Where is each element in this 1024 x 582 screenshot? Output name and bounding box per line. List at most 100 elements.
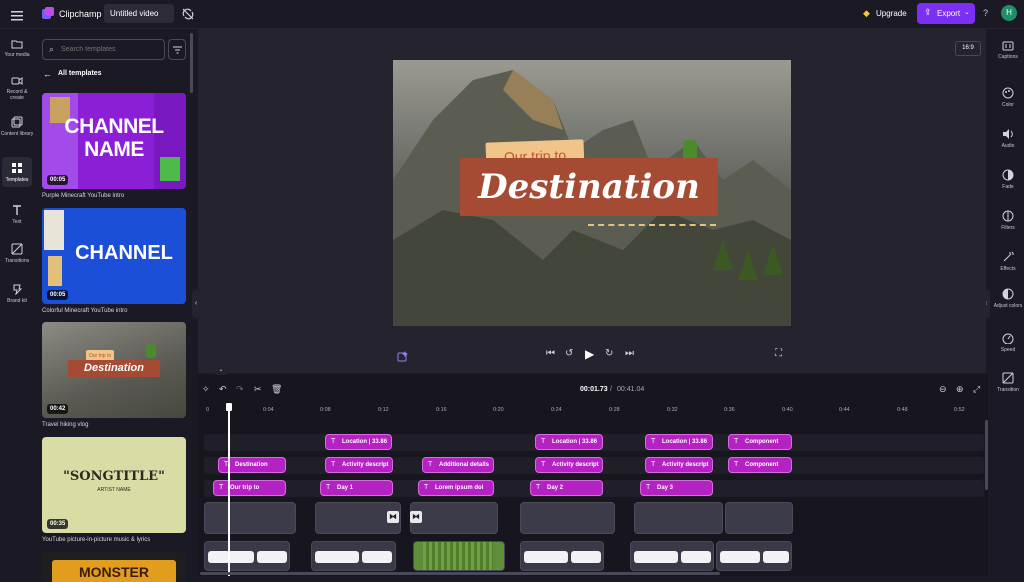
template-card[interactable]: CHANNEL NAME 00:05 xyxy=(42,93,186,189)
rewind-5s-icon[interactable]: ↺ xyxy=(565,348,573,359)
rail-transitions[interactable]: Transitions xyxy=(0,243,34,264)
rail-transition[interactable]: Transition xyxy=(992,372,1024,393)
collapse-timeline-button[interactable]: ⌄ xyxy=(215,366,227,375)
rail-speed[interactable]: Speed xyxy=(992,332,1024,353)
audio-icon xyxy=(1003,129,1013,139)
template-card[interactable]: "SONGTITLE" ARTIST NAME 00:35 xyxy=(42,437,186,533)
text-type-icon: T xyxy=(536,484,541,491)
rail-label: Effects xyxy=(1000,266,1016,272)
skip-to-end-icon[interactable]: ⏭ xyxy=(625,348,634,359)
play-icon[interactable]: ▶ xyxy=(585,347,594,361)
zoom-out-icon[interactable]: ⊖ xyxy=(939,384,947,395)
project-title-input[interactable]: Untitled video xyxy=(104,4,174,23)
text-clip[interactable]: T Activity descript xyxy=(325,457,393,473)
rail-effects[interactable]: Effects xyxy=(992,251,1024,272)
rail-label: Adjust colors xyxy=(993,303,1023,309)
current-time: 00:01.73 xyxy=(580,386,608,393)
thumbnail-subtitle: ARTIST NAME xyxy=(97,487,131,493)
text-clip[interactable]: T Location | 33.86 xyxy=(535,434,603,450)
rail-text[interactable]: Text xyxy=(0,204,34,225)
template-card[interactable]: CHANNEL 00:05 xyxy=(42,208,186,304)
thumbnail-title: CHANNEL xyxy=(75,242,173,264)
rail-adjust-colors[interactable]: Adjust colors xyxy=(992,288,1024,309)
audio-clip[interactable] xyxy=(520,541,604,571)
split-scissors-icon[interactable]: ✂ xyxy=(254,384,262,395)
text-clip[interactable]: T Component xyxy=(728,457,792,473)
template-card[interactable]: Our trip to Destination 00:42 xyxy=(42,322,186,418)
rail-captions[interactable]: Captions xyxy=(992,41,1024,60)
magic-select-icon[interactable]: ✧ xyxy=(202,384,210,395)
rail-fade[interactable]: Fade xyxy=(992,169,1024,190)
rail-filters[interactable]: Filters xyxy=(992,210,1024,231)
text-clip[interactable]: T Lorem ipsum dol xyxy=(418,480,494,496)
color-icon xyxy=(1002,87,1014,99)
fullscreen-icon[interactable]: ⛶ xyxy=(775,348,782,359)
rail-templates[interactable]: Templates xyxy=(0,162,34,183)
zoom-in-icon[interactable]: ⊕ xyxy=(956,384,964,395)
text-clip[interactable]: T Day 2 xyxy=(530,480,603,496)
video-clip[interactable] xyxy=(634,502,723,534)
skip-to-start-icon[interactable]: ⏮ xyxy=(546,348,555,359)
transition-marker-icon[interactable]: ⧓ xyxy=(387,511,399,523)
aspect-ratio-button[interactable]: 16:9 xyxy=(955,41,981,56)
video-clip[interactable] xyxy=(520,502,615,534)
ruler-tick: 0:28 xyxy=(609,407,620,413)
delete-icon[interactable]: 🗑 xyxy=(271,384,282,395)
rail-audio[interactable]: Audio xyxy=(992,128,1024,149)
text-clip[interactable]: T Additional details xyxy=(422,457,494,473)
text-clip[interactable]: T Our trip to xyxy=(213,480,286,496)
forward-5s-icon[interactable]: ↻ xyxy=(605,348,613,359)
avatar[interactable]: H xyxy=(1001,5,1017,21)
text-clip[interactable]: T Component xyxy=(728,434,792,450)
clipchamp-logo-icon xyxy=(41,6,55,25)
upgrade-button[interactable]: ◆ Upgrade xyxy=(857,4,912,24)
audio-clip[interactable] xyxy=(413,541,505,571)
text-clip[interactable]: T Location | 33.86 xyxy=(325,434,392,450)
preview-canvas[interactable]: Our trip to Destination xyxy=(393,60,791,326)
text-clip[interactable]: T Day 3 xyxy=(640,480,713,496)
transition-marker-icon[interactable]: ⧓ xyxy=(410,511,422,523)
hamburger-menu-icon[interactable] xyxy=(11,8,23,26)
search-input[interactable] xyxy=(61,43,161,56)
audio-clip[interactable] xyxy=(311,541,396,571)
search-box[interactable]: ⌕ xyxy=(42,39,165,60)
text-clip[interactable]: T Activity descript xyxy=(535,457,603,473)
video-clip[interactable] xyxy=(204,502,296,534)
back-arrow-icon[interactable]: ← xyxy=(43,69,52,79)
template-card[interactable]: MONSTER xyxy=(42,552,186,582)
rail-label: Your media xyxy=(4,52,30,58)
timeline-vertical-scrollbar[interactable] xyxy=(985,420,988,490)
sync-off-icon[interactable] xyxy=(182,7,194,25)
audio-clip[interactable] xyxy=(204,541,290,571)
rail-content-library[interactable]: Content library xyxy=(0,116,34,137)
undo-icon[interactable]: ↶ xyxy=(219,384,227,395)
timeline-horizontal-scrollbar[interactable] xyxy=(200,572,720,575)
video-clip[interactable] xyxy=(410,502,498,534)
audio-clip[interactable] xyxy=(716,541,792,571)
template-title: Travel hiking vlog xyxy=(42,422,89,428)
text-type-icon: T xyxy=(424,484,429,491)
redo-icon[interactable]: ↷ xyxy=(236,384,244,395)
back-label[interactable]: All templates xyxy=(58,70,102,77)
audio-clip[interactable] xyxy=(630,541,714,571)
magic-edit-icon[interactable] xyxy=(397,349,409,367)
text-clip[interactable]: T Day 1 xyxy=(320,480,393,496)
rail-color[interactable]: Color xyxy=(992,87,1024,108)
panel-scrollbar[interactable] xyxy=(190,33,193,93)
filter-button[interactable] xyxy=(168,39,186,60)
help-button[interactable]: ? xyxy=(983,8,988,18)
export-button[interactable]: ⇪ Export ⌄ xyxy=(917,3,975,24)
right-rail: Captions Color Audio Fade Filters Effect… xyxy=(992,29,1024,576)
rail-brand-kit[interactable]: Brand kit xyxy=(0,283,34,304)
rail-label: Content library xyxy=(0,131,34,137)
thumbnail-title: Destination xyxy=(68,360,160,377)
video-clip[interactable] xyxy=(725,502,793,534)
fit-timeline-icon[interactable]: ⤢ xyxy=(973,384,980,395)
thumbnail-line: CHANNEL xyxy=(64,115,164,138)
text-clip[interactable]: T Location | 33.86 xyxy=(645,434,713,450)
rail-record-create[interactable]: Record & create xyxy=(0,76,34,101)
rail-your-media[interactable]: Your media xyxy=(0,39,34,58)
preview-title[interactable]: Destination xyxy=(460,158,718,216)
playhead-line[interactable] xyxy=(228,410,230,576)
text-clip[interactable]: T Activity descript xyxy=(645,457,713,473)
